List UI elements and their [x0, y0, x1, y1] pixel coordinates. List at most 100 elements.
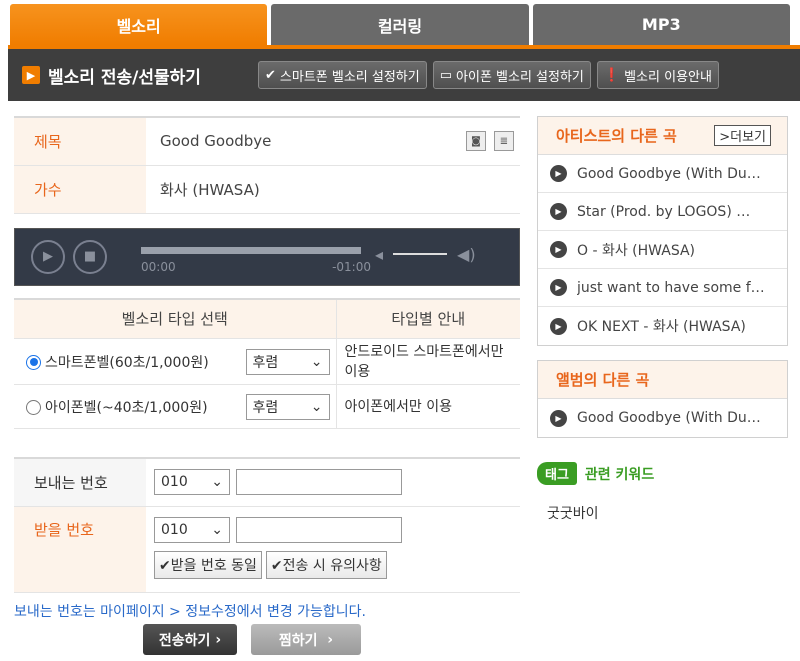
sender-prefix-select[interactable]: 010 ⌄ — [154, 469, 230, 496]
smartphone-part-value: 후렴 — [252, 354, 279, 371]
lyrics-icon[interactable]: ≣ — [494, 131, 514, 152]
play-icon: ▶ — [43, 249, 53, 264]
sender-notice: 보내는 번호는 마이페이지 > 정보수정에서 변경 가능합니다. — [14, 603, 367, 620]
smartphone-guide: 안드로이드 스마트폰에서만 이용 — [335, 338, 520, 385]
title-label: 제목 — [14, 117, 146, 166]
play-icon[interactable]: ▶ — [550, 241, 567, 258]
song-title: just want to have some f… — [577, 279, 765, 296]
send-button[interactable]: 전송하기 › — [143, 624, 237, 655]
sender-number-input[interactable] — [236, 469, 402, 496]
iphone-setup-button[interactable]: ▭ 아이폰 벨소리 설정하기 — [432, 61, 591, 89]
check-icon: ✔ — [265, 67, 276, 83]
artist-songs-box: 아티스트의 다른 곡 >더보기 ▶ Good Goodbye (With Du… … — [537, 116, 788, 346]
sender-prefix-value: 010 — [161, 474, 188, 491]
send-caution-label: 전송 시 유의사항 — [282, 558, 382, 574]
receiver-label: 받을 번호 — [14, 506, 146, 593]
album-songs-box: 앨범의 다른 곡 ▶ Good Goodbye (With Du… — [537, 360, 788, 438]
smartphone-bell-radio[interactable]: 스마트폰벨(60초/1,000원) — [26, 352, 237, 372]
smartphone-setup-button[interactable]: ✔ 스마트폰 벨소리 설정하기 — [258, 61, 427, 89]
ringtone-type-table: 벨소리 타입 선택 타입별 안내 스마트폰벨(60초/1,000원) 후렴 ⌄ … — [14, 297, 520, 429]
chevron-right-icon: > — [719, 130, 731, 145]
keyword-link[interactable]: 굿굿바이 — [537, 503, 788, 523]
play-icon[interactable]: ▶ — [550, 203, 567, 220]
play-icon[interactable]: ▶ — [550, 165, 567, 182]
sender-label: 보내는 번호 — [14, 458, 146, 507]
usage-guide-button[interactable]: ❗ 벨소리 이용안내 — [596, 61, 719, 89]
artist-songs-title: 아티스트의 다른 곡 — [556, 127, 677, 145]
song-title: Good Goodbye (With Du… — [577, 410, 761, 426]
artist-song-item[interactable]: ▶ OK NEXT - 화사 (HWASA) — [538, 307, 787, 345]
usage-guide-label: 벨소리 이용안내 — [624, 69, 712, 85]
type-header: 벨소리 타입 선택 — [14, 298, 336, 339]
page-header: ▶ 벨소리 전송/선물하기 ✔ 스마트폰 벨소리 설정하기 ▭ 아이폰 벨소리 … — [8, 45, 800, 101]
arrow-right-icon: ▶ — [22, 66, 40, 84]
play-icon[interactable]: ▶ — [550, 317, 567, 335]
artist-song-item[interactable]: ▶ just want to have some f… — [538, 269, 787, 307]
song-title: O - 화사 (HWASA) — [577, 242, 696, 259]
volume-slider[interactable] — [393, 253, 448, 255]
tag-header: 태그 관련 키워드 — [537, 462, 788, 485]
more-button[interactable]: >더보기 — [714, 125, 771, 146]
action-buttons: 전송하기 › 찜하기 › — [143, 624, 361, 655]
page-title: 벨소리 전송/선물하기 — [48, 67, 201, 88]
chevron-down-icon: ⌄ — [310, 398, 323, 415]
smartphone-setup-label: 스마트폰 벨소리 설정하기 — [279, 69, 420, 85]
receiver-prefix-select[interactable]: 010 ⌄ — [154, 517, 230, 543]
more-label: 더보기 — [730, 130, 766, 145]
iphone-part-value: 후렴 — [252, 399, 279, 416]
progress[interactable]: 00:00 -01:00 — [141, 246, 371, 274]
speech-bubble-icon: ▭ — [439, 67, 453, 83]
iphone-setup-label: 아이폰 벨소리 설정하기 — [456, 69, 584, 85]
radio-selected-icon — [26, 354, 41, 370]
artist-song-item[interactable]: ▶ O - 화사 (HWASA) — [538, 231, 787, 269]
song-title: Star (Prod. by LOGOS) … — [577, 203, 751, 220]
receiver-number-input[interactable] — [236, 517, 402, 543]
volume-low-icon: ◂ — [375, 244, 384, 264]
artist-song-item[interactable]: ▶ Star (Prod. by LOGOS) … — [538, 193, 787, 231]
tab-coloring[interactable]: 컬러링 — [271, 4, 529, 45]
favorite-button[interactable]: 찜하기 › — [251, 624, 361, 655]
iphone-part-select[interactable]: 후렴 ⌄ — [245, 393, 330, 420]
play-icon[interactable]: ▶ — [550, 279, 567, 296]
send-caution-button[interactable]: ✔전송 시 유의사항 — [265, 551, 387, 579]
chevron-right-icon: › — [327, 631, 334, 648]
receiver-prefix-value: 010 — [161, 522, 188, 538]
progress-bar[interactable] — [141, 246, 361, 254]
radio-unselected-icon — [26, 399, 41, 415]
volume-high-icon: ◀) — [457, 244, 476, 264]
play-icon[interactable]: ▶ — [550, 409, 567, 427]
same-number-button[interactable]: ✔받을 번호 동일 — [154, 551, 262, 579]
song-title: OK NEXT - 화사 (HWASA) — [577, 319, 746, 335]
artist-song-item[interactable]: ▶ Good Goodbye (With Du… — [538, 155, 787, 193]
smartphone-bell-label: 스마트폰벨(60초/1,000원) — [45, 354, 209, 371]
tab-mp3[interactable]: MP3 — [532, 4, 790, 45]
favorite-label: 찜하기 — [278, 632, 318, 649]
guide-header: 타입별 안내 — [335, 298, 520, 339]
album-songs-title: 앨범의 다른 곡 — [556, 371, 650, 389]
chevron-down-icon: ⌄ — [211, 474, 223, 491]
song-info-table: 제목 Good Goodbye ◙ ≣ 가수 화사 (HWASA) — [14, 116, 520, 214]
same-number-label: 받을 번호 동일 — [170, 558, 257, 574]
iphone-bell-label: 아이폰벨(~40초/1,000원) — [45, 399, 208, 416]
tab-ringtone[interactable]: 벨소리 — [10, 4, 268, 45]
iphone-guide: 아이폰에서만 이용 — [335, 384, 520, 429]
send-table: 보내는 번호 010 ⌄ 받을 번호 010 ⌄ ✔받을 번호 동일 ✔전송 시… — [14, 457, 520, 593]
chevron-down-icon: ⌄ — [211, 522, 223, 538]
send-label: 전송하기 — [158, 632, 211, 649]
check-icon: ✔ — [159, 558, 171, 574]
iphone-bell-radio[interactable]: 아이폰벨(~40초/1,000원) — [26, 397, 208, 417]
artist-label: 가수 — [14, 165, 146, 214]
volume-control[interactable]: ◂ ◀) — [375, 245, 476, 264]
album-song-item[interactable]: ▶ Good Goodbye (With Du… — [538, 399, 787, 437]
tab-bar: 벨소리 컬러링 MP3 — [10, 4, 790, 45]
audio-player: ▶ ■ 00:00 -01:00 ◂ ◀) — [14, 227, 520, 286]
smartphone-part-select[interactable]: 후렴 ⌄ — [245, 348, 330, 375]
play-button[interactable]: ▶ — [31, 239, 65, 274]
album-art-icon[interactable]: ◙ — [466, 131, 486, 152]
main-panel: 제목 Good Goodbye ◙ ≣ 가수 화사 (HWASA) ▶ ■ 00… — [14, 116, 520, 621]
time-remaining: -01:00 — [332, 259, 371, 274]
stop-button[interactable]: ■ — [73, 239, 107, 274]
stop-icon: ■ — [83, 249, 97, 264]
artist-name: 화사 (HWASA) — [146, 165, 520, 214]
chevron-right-icon: › — [215, 631, 222, 648]
